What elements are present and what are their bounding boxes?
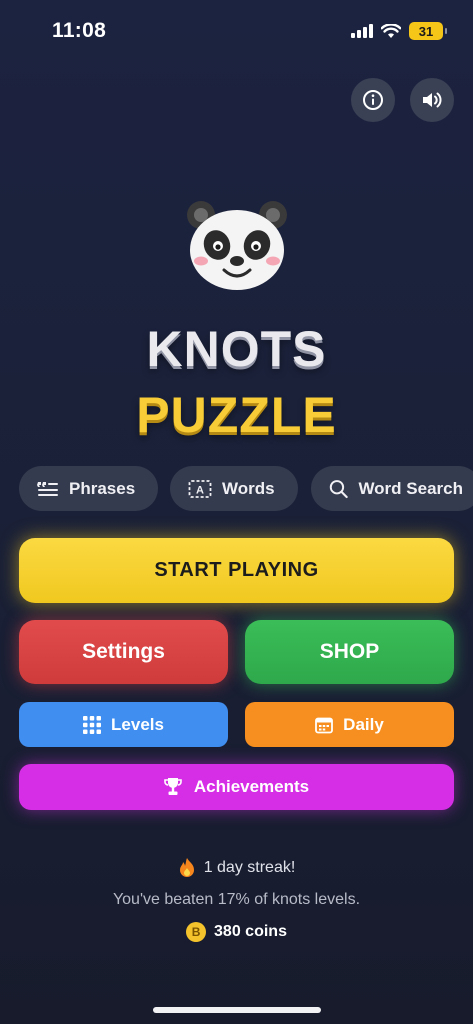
battery-indicator: 31	[409, 22, 447, 40]
achievements-button[interactable]: Achievements	[19, 764, 454, 810]
status-icons: 31	[351, 22, 447, 40]
mode-chip-words[interactable]: A Words	[170, 466, 298, 511]
start-playing-button[interactable]: START PLAYING	[19, 538, 454, 603]
mode-chip-phrases[interactable]: Phrases	[19, 466, 158, 511]
streak-text: 1 day streak!	[203, 859, 296, 876]
svg-text:A: A	[196, 484, 204, 496]
fire-icon	[179, 858, 194, 877]
coins-text: 380 coins	[214, 923, 287, 940]
mode-chip-words-label: Words	[222, 478, 275, 498]
mode-chip-word-search[interactable]: Word Search	[311, 466, 473, 511]
trophy-icon	[164, 778, 182, 795]
achievements-label: Achievements	[193, 777, 310, 796]
levels-beaten-text: You've beaten 17% of knots levels.	[112, 891, 361, 908]
wifi-icon	[381, 23, 401, 38]
daily-label: Daily	[343, 714, 384, 734]
letter-box-icon: A	[188, 479, 212, 498]
info-icon	[363, 90, 383, 110]
search-icon	[329, 479, 348, 498]
mode-chip-word-search-label: Word Search	[358, 478, 463, 498]
title-line-2: PUZZLE	[136, 387, 337, 443]
cellular-signal-icon	[351, 24, 373, 38]
status-time: 11:08	[52, 19, 107, 42]
mode-chip-phrases-label: Phrases	[69, 478, 136, 498]
daily-button[interactable]: Daily	[245, 702, 454, 747]
streak-row: 1 day streak!	[0, 857, 473, 879]
levels-label: Levels	[111, 714, 164, 734]
shop-button[interactable]: SHOP	[245, 620, 454, 684]
coins-row: B 380 coins	[0, 922, 473, 942]
coin-icon: B	[186, 922, 207, 942]
settings-button[interactable]: Settings	[19, 620, 228, 684]
info-button[interactable]	[351, 78, 395, 122]
panda-face-icon	[187, 201, 287, 290]
grid-icon	[83, 715, 102, 734]
title-line-1: KNOTS	[146, 321, 327, 377]
levels-button[interactable]: Levels	[19, 702, 228, 747]
calendar-icon	[315, 717, 334, 733]
sound-button[interactable]	[410, 78, 454, 122]
quote-list-icon	[37, 481, 58, 496]
home-indicator[interactable]	[153, 1007, 321, 1013]
speaker-icon	[423, 92, 442, 108]
status-bar: 11:08 31	[0, 0, 473, 64]
